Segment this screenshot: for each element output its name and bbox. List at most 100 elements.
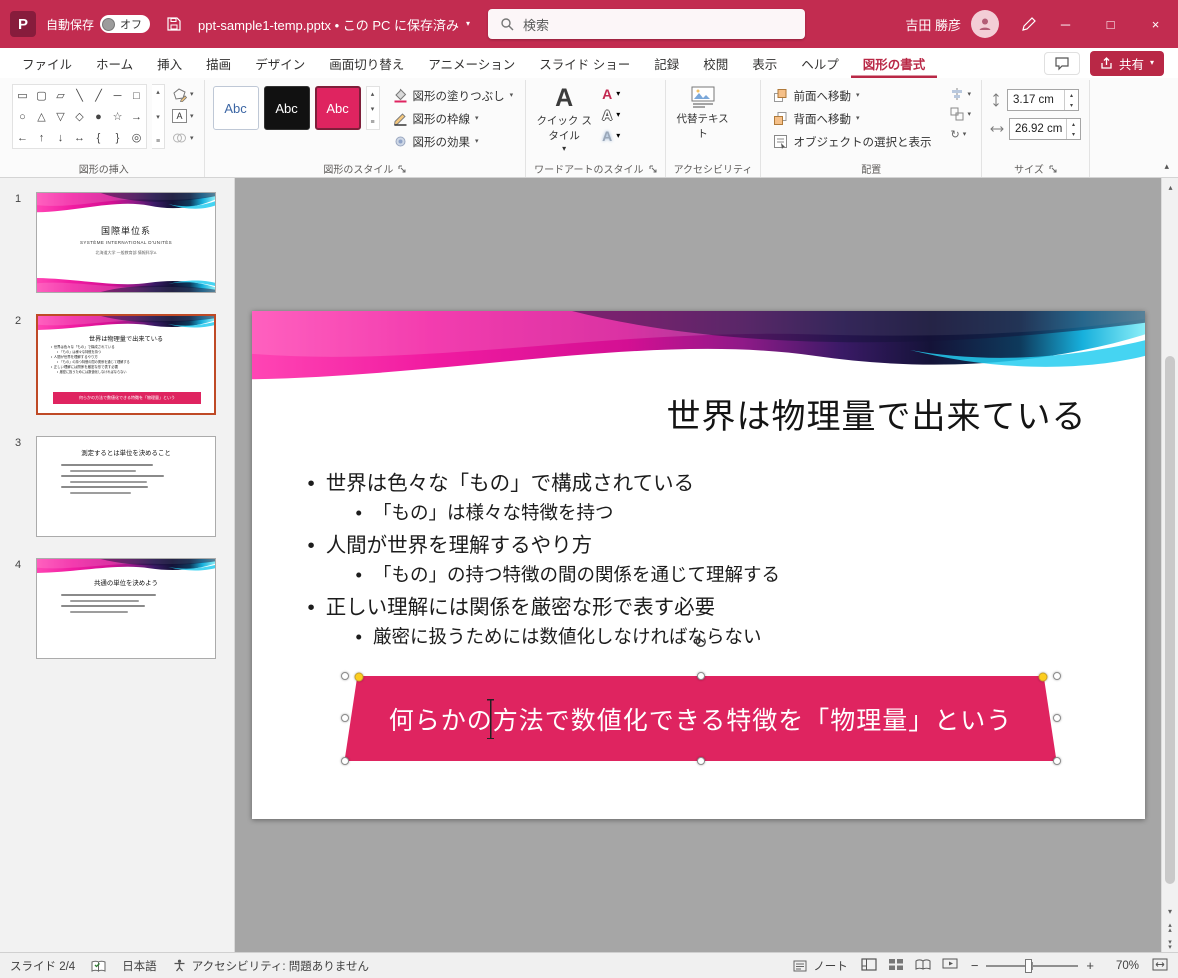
width-stepper[interactable]: ▴ ▾	[1065, 119, 1080, 139]
scroll-up-icon[interactable]: ▴	[156, 88, 160, 96]
height-stepper[interactable]: ▴ ▾	[1063, 90, 1078, 110]
resize-handle[interactable]	[696, 672, 705, 680]
slideshow-view-button[interactable]	[942, 958, 958, 974]
shape-icon[interactable]: ▽	[51, 106, 70, 127]
text-effects-button[interactable]: A ▾	[599, 126, 623, 146]
merge-shapes-button[interactable]: ▾	[170, 129, 196, 147]
tab-home[interactable]: ホーム	[84, 48, 145, 78]
shape-icon[interactable]: □	[127, 85, 146, 106]
save-button[interactable]	[160, 10, 188, 38]
previous-slide-button[interactable]: ▴ ▴	[1168, 922, 1172, 934]
rotate-handle[interactable]: ↻	[693, 633, 707, 653]
text-fill-button[interactable]: A ▾	[599, 84, 623, 104]
shape-style-preview-2[interactable]: Abc	[263, 86, 310, 130]
next-slide-button[interactable]: ▾ ▾	[1168, 939, 1172, 951]
autosave-toggle[interactable]: 自動保存 オフ	[46, 15, 151, 33]
accessibility-status[interactable]: アクセシビリティ: 問題ありません	[173, 958, 369, 974]
resize-handle[interactable]	[1052, 672, 1061, 680]
slide-title[interactable]: 世界は物理量で出来ている	[667, 389, 1087, 438]
thumbnail-slide-3[interactable]: 3 測定するとは単位を決めること	[0, 436, 234, 537]
share-button[interactable]: 共有 ▾	[1089, 50, 1164, 76]
comments-button[interactable]	[1043, 51, 1080, 75]
shape-icon[interactable]: ╱	[89, 85, 108, 106]
scroll-up-icon[interactable]: ▴	[1162, 180, 1178, 195]
fit-to-window-button[interactable]	[1152, 958, 1168, 974]
resize-handle[interactable]	[1052, 757, 1061, 765]
shape-icon[interactable]: {	[89, 127, 108, 148]
shape-icon[interactable]: ☆	[108, 106, 127, 127]
shape-icon[interactable]: }	[108, 127, 127, 148]
text-outline-button[interactable]: A ▾	[599, 105, 623, 125]
height-value[interactable]: 3.17 cm	[1008, 90, 1064, 110]
shape-height-input[interactable]: 3.17 cm ▴ ▾	[1006, 89, 1079, 111]
shape-icon[interactable]: ○	[13, 106, 32, 127]
tab-shape-format[interactable]: 図形の書式	[851, 48, 938, 78]
scroll-down-icon[interactable]: ▾	[156, 113, 160, 121]
tab-review[interactable]: 校閲	[691, 48, 740, 78]
user-name[interactable]: 吉田 勝彦	[905, 15, 961, 34]
shape-effects-button[interactable]: 図形の効果 ▾	[389, 131, 518, 152]
shape-icon[interactable]: ▱	[51, 85, 70, 106]
language-button[interactable]: 日本語	[122, 958, 157, 974]
selection-pane-button[interactable]: オブジェクトの選択と表示	[769, 131, 935, 152]
tab-record[interactable]: 記録	[642, 48, 691, 78]
shape-icon[interactable]: ▢	[32, 85, 51, 106]
thumbnail-slide-2-selected[interactable]: 2 世界は物理量で出来ている • 世界は色々な「もの」で構成されている • 「もの」…	[0, 314, 234, 415]
shape-icon[interactable]: ╲	[70, 85, 89, 106]
shape-style-preview-1[interactable]: Abc	[212, 86, 259, 130]
shape-icon[interactable]: ←	[13, 127, 32, 148]
adjust-handle[interactable]	[354, 672, 363, 682]
spellcheck-button[interactable]	[91, 960, 106, 972]
dialog-launcher-icon[interactable]	[398, 165, 406, 173]
gallery-more-icon[interactable]: ≡	[156, 138, 160, 145]
align-button[interactable]: ▾	[948, 85, 973, 103]
rotate-objects-button[interactable]: ↻ ▾	[948, 125, 973, 143]
document-title[interactable]: ppt-sample1-temp.pptx • この PC に保存済み ▾	[198, 15, 470, 34]
shape-icon[interactable]: →	[127, 106, 146, 127]
tab-draw[interactable]: 描画	[194, 48, 243, 78]
tab-slideshow[interactable]: スライド ショー	[527, 48, 642, 78]
slide-canvas[interactable]: 世界は物理量で出来ている • 世界は色々な「もの」で構成されている • 「もの」は様…	[235, 178, 1161, 952]
shape-style-preview-3-selected[interactable]: Abc	[314, 86, 361, 130]
tab-insert[interactable]: 挿入	[145, 48, 194, 78]
close-button[interactable]: ×	[1133, 0, 1178, 48]
tab-transitions[interactable]: 画面切り替え	[317, 48, 416, 78]
zoom-out-button[interactable]: −	[971, 958, 979, 973]
vertical-scrollbar[interactable]: ▴ ▾ ▴ ▴ ▾ ▾	[1161, 178, 1178, 952]
tab-design[interactable]: デザイン	[243, 48, 317, 78]
scroll-down-icon[interactable]: ▾	[371, 105, 375, 113]
shape-fill-button[interactable]: 図形の塗りつぶし ▾	[389, 85, 518, 106]
resize-handle[interactable]	[340, 672, 349, 680]
slide-body-text[interactable]: • 世界は色々な「もの」で構成されている • 「もの」は様々な特徴を持つ • 人間が世…	[308, 469, 781, 655]
dialog-launcher-icon[interactable]	[649, 165, 657, 173]
width-value[interactable]: 26.92 cm	[1010, 119, 1066, 139]
dialog-launcher-icon[interactable]	[1049, 165, 1057, 173]
autosave-pill[interactable]: オフ	[100, 15, 151, 33]
shape-icon[interactable]: ◎	[127, 127, 146, 148]
text-box-button[interactable]: A ▾	[170, 107, 196, 125]
tab-file[interactable]: ファイル	[10, 48, 84, 78]
minimize-button[interactable]: ─	[1043, 0, 1088, 48]
tab-animations[interactable]: アニメーション	[416, 48, 527, 78]
shape-width-input[interactable]: 26.92 cm ▴ ▾	[1008, 118, 1081, 140]
tab-help[interactable]: ヘルプ	[789, 48, 851, 78]
normal-view-button[interactable]	[861, 957, 877, 974]
maximize-button[interactable]: □	[1088, 0, 1133, 48]
reading-view-button[interactable]	[915, 958, 931, 974]
thumbnail-slide-1[interactable]: 1 国際単位系 SYSTÈME INTERNATIONAL D'UNITÈS 北…	[0, 192, 234, 293]
shape-icon[interactable]: ↓	[51, 127, 70, 148]
resize-handle[interactable]	[1052, 714, 1061, 722]
style-gallery-scroll[interactable]: ▴ ▾ ≡	[365, 86, 380, 130]
scroll-up-icon[interactable]: ▴	[371, 90, 375, 98]
shape-icon[interactable]: ─	[108, 85, 127, 106]
notes-button[interactable]: ノート	[793, 958, 848, 974]
zoom-slider[interactable]	[986, 958, 1079, 973]
edit-shape-button[interactable]: ▾	[170, 85, 196, 103]
thumbnail-slide-4[interactable]: 4 共通の単位を決めよう	[0, 558, 234, 659]
zoom-level[interactable]: 70%	[1107, 960, 1139, 972]
resize-handle[interactable]	[696, 757, 705, 765]
collapse-ribbon-icon[interactable]: ▴	[1164, 161, 1169, 172]
ink-pen-button[interactable]	[1015, 10, 1043, 38]
scrollbar-thumb[interactable]	[1165, 356, 1175, 884]
shape-icon[interactable]: ↑	[32, 127, 51, 148]
